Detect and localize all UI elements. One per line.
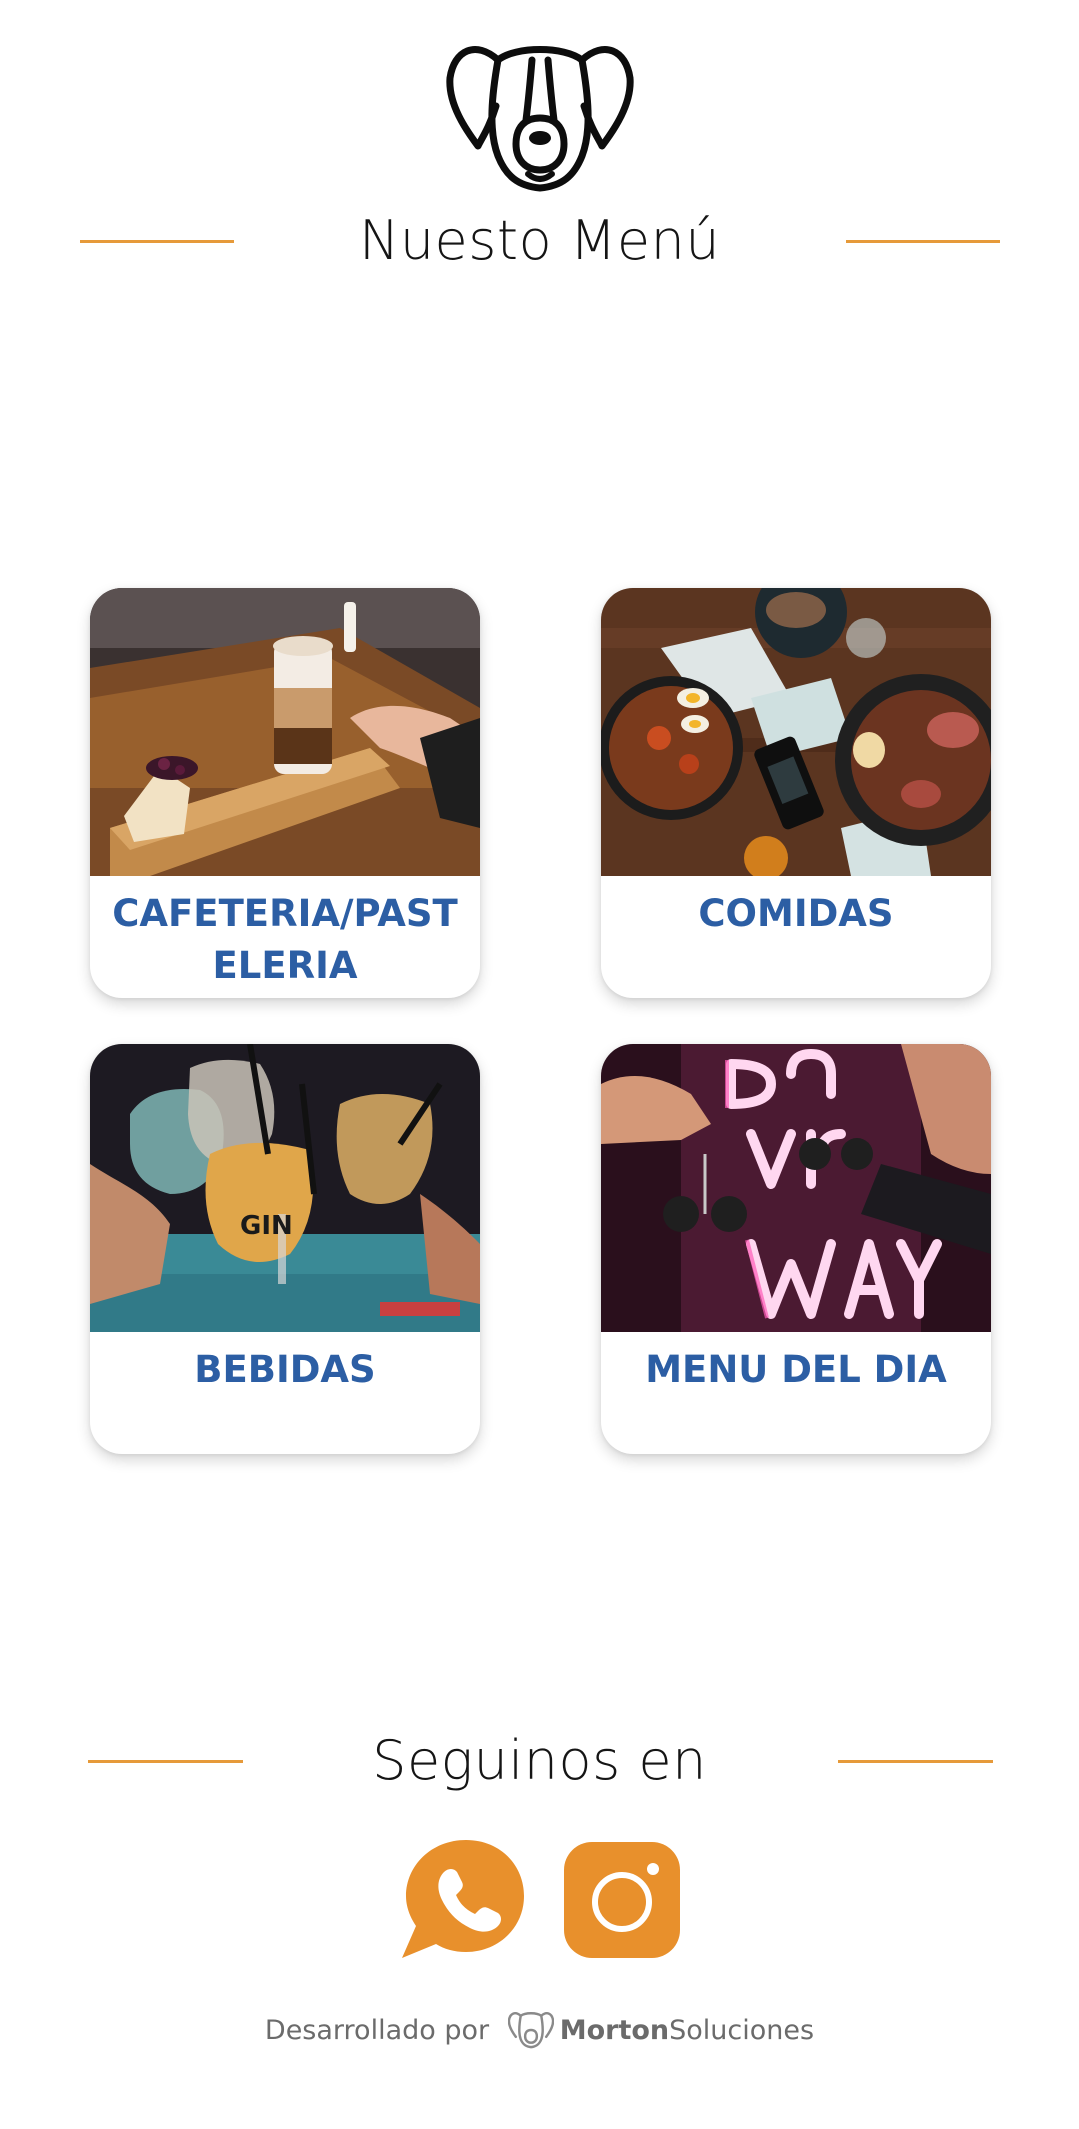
whatsapp-button[interactable]	[400, 1838, 526, 1960]
instagram-icon	[564, 1842, 680, 1958]
heading-divider-right	[846, 240, 1000, 243]
social-heading: Seguinos en	[0, 1726, 1079, 1796]
brand-name-light: Soluciones	[669, 2015, 815, 2046]
whatsapp-icon	[402, 1840, 524, 1958]
category-label: BEBIDAS	[194, 1348, 376, 1391]
heading-divider-right	[838, 1760, 993, 1763]
gin-toast-photo: GIN	[90, 1044, 480, 1332]
dog-head-icon	[446, 46, 634, 192]
category-card-cafeteria[interactable]: CAFETERIA/PASTELERIA	[90, 588, 480, 998]
footer-prefix: Desarrollado por	[264, 2015, 490, 2046]
category-card-menu-del-dia[interactable]: MENU DEL DIA	[601, 1044, 991, 1454]
menu-heading: Nuesto Menú	[0, 206, 1079, 276]
category-card-comidas[interactable]: COMIDAS	[601, 588, 991, 998]
food-table-photo	[601, 588, 991, 876]
category-label: CAFETERIA/PASTELERIA	[112, 892, 458, 987]
footer-credit[interactable]: Desarrollado por MortonSoluciones	[0, 2008, 1079, 2054]
coffee-cheesecake-photo	[90, 588, 480, 876]
svg-text:GIN: GIN	[240, 1211, 293, 1241]
neon-sign-photo	[601, 1044, 991, 1332]
category-label: MENU DEL DIA	[645, 1348, 947, 1391]
brand-name-bold: Morton	[559, 2015, 670, 2046]
instagram-button[interactable]	[564, 1842, 680, 1958]
category-card-bebidas[interactable]: GIN BEBIDAS	[90, 1044, 480, 1454]
category-label: COMIDAS	[698, 892, 894, 935]
dog-head-icon	[507, 2011, 554, 2048]
